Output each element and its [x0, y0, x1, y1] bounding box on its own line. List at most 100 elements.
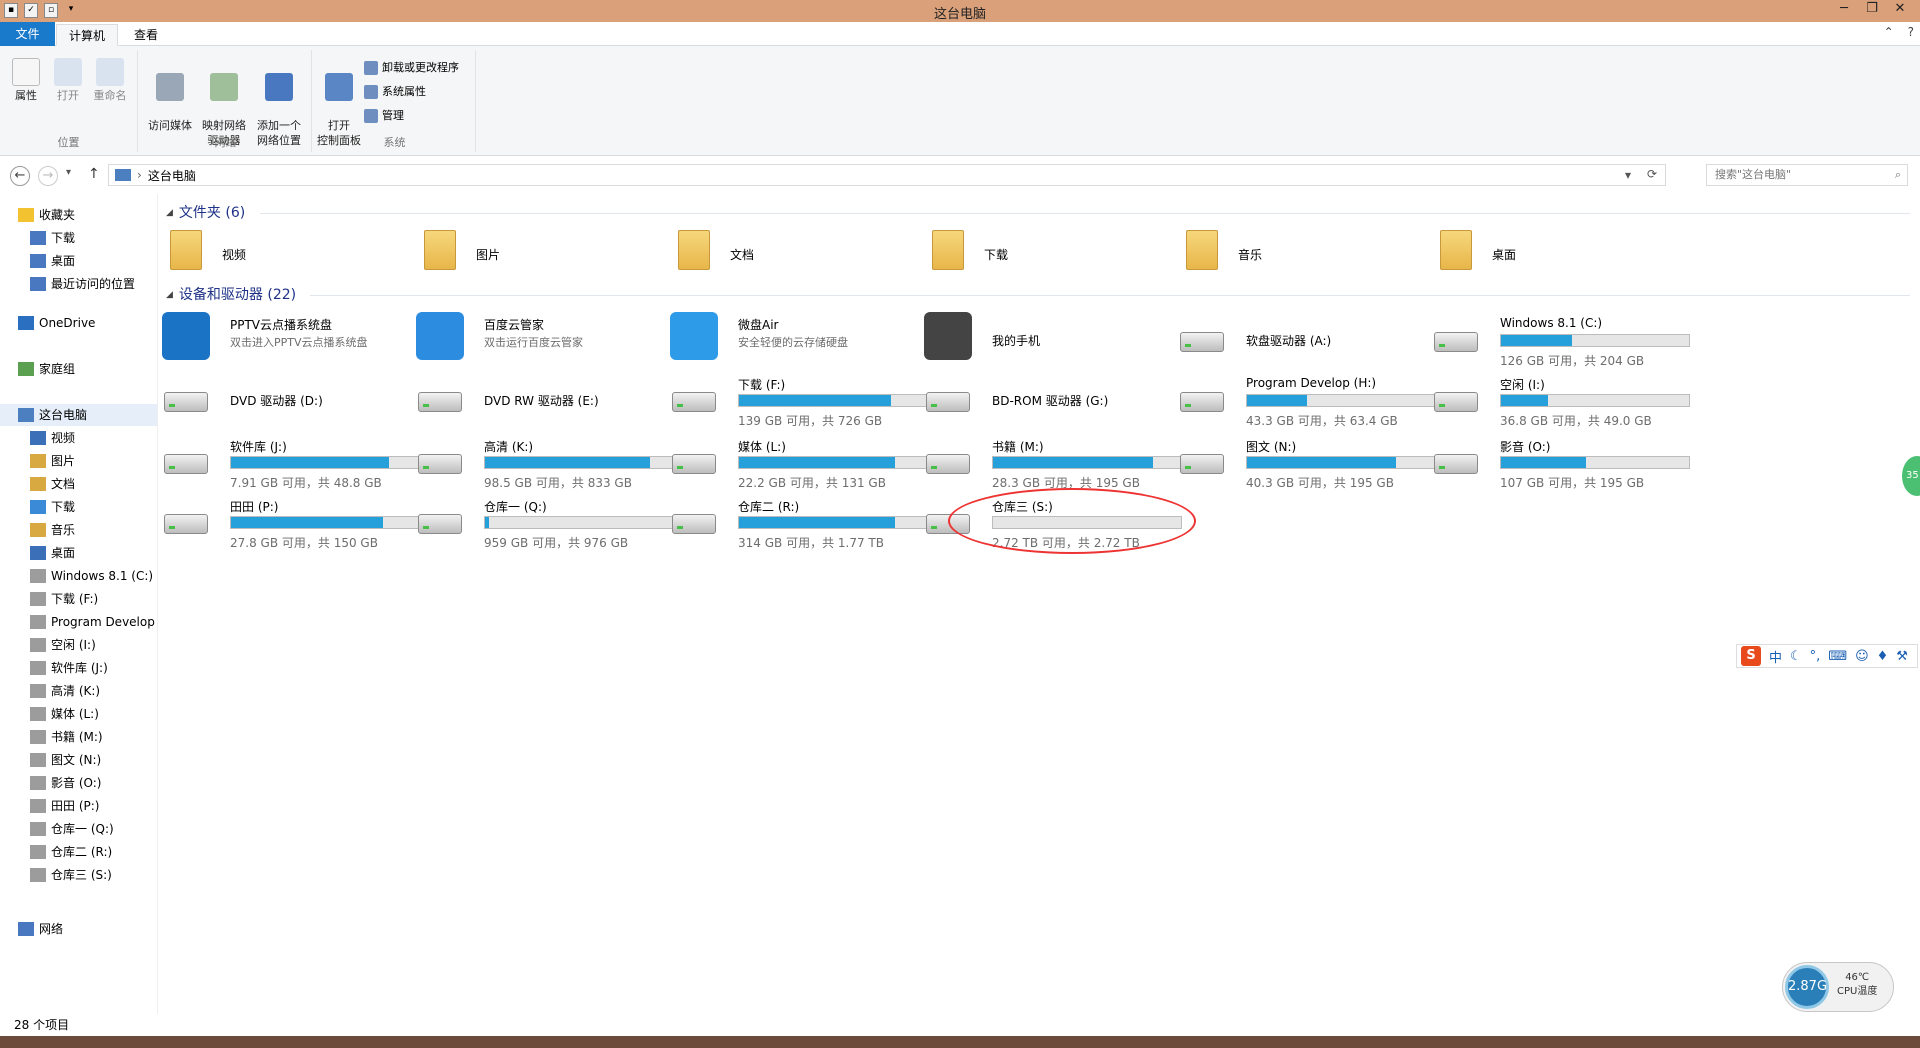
recent-dropdown-icon[interactable]: ▾: [66, 167, 71, 178]
nav-onedrive[interactable]: OneDrive: [0, 312, 95, 334]
nav-pc-item[interactable]: 田田 (P:): [0, 795, 99, 817]
app-item[interactable]: 软盘驱动器 (A:): [1176, 312, 1426, 368]
app-item[interactable]: PPTV云点播系统盘 双击进入PPTV云点播系统盘: [160, 312, 410, 368]
collapse-icon[interactable]: ◢: [166, 284, 173, 306]
properties-icon: [12, 58, 40, 86]
tab-view[interactable]: 查看: [122, 24, 170, 46]
app-item[interactable]: 微盘Air 安全轻便的云存储硬盘: [668, 312, 918, 368]
nav-network[interactable]: 网络: [0, 918, 63, 940]
search-input[interactable]: 搜索"这台电脑" ⌕: [1706, 164, 1908, 186]
nav-favorites[interactable]: 收藏夹: [0, 204, 75, 226]
nav-pc-item[interactable]: 影音 (O:): [0, 772, 101, 794]
drive-item[interactable]: DVD RW 驱动器 (E:): [414, 372, 664, 428]
tab-file[interactable]: 文件: [0, 22, 55, 46]
drive-item[interactable]: 图文 (N:) 40.3 GB 可用，共 195 GB: [1176, 434, 1436, 490]
drive-item[interactable]: 空闲 (I:) 36.8 GB 可用，共 49.0 GB: [1430, 372, 1690, 428]
restore-button[interactable]: ❐: [1858, 0, 1886, 20]
nav-pc-item[interactable]: 空闲 (I:): [0, 634, 96, 656]
access-media-button[interactable]: 访问媒体: [144, 58, 196, 133]
section-folders[interactable]: ◢ 文件夹 (6): [166, 202, 245, 224]
nav-pc-item[interactable]: 媒体 (L:): [0, 703, 99, 725]
nav-pc-item[interactable]: 桌面: [0, 542, 75, 564]
help-icon[interactable]: ?: [1908, 25, 1914, 39]
drive-item[interactable]: 高清 (K:) 98.5 GB 可用，共 833 GB: [414, 434, 674, 490]
drive-item[interactable]: BD-ROM 驱动器 (G:): [922, 372, 1172, 428]
minimize-button[interactable]: ─: [1830, 0, 1858, 20]
nav-pc-item[interactable]: 书籍 (M:): [0, 726, 103, 748]
tool-icon[interactable]: ⚒: [1896, 649, 1908, 664]
collapse-icon[interactable]: ◢: [166, 202, 173, 224]
cpu-gauge[interactable]: 2.87G 46℃ CPU温度: [1782, 962, 1894, 1012]
breadcrumb-chevron-icon[interactable]: ›: [137, 168, 142, 182]
drive-item[interactable]: 仓库一 (Q:) 959 GB 可用，共 976 GB: [414, 494, 674, 550]
nav-pc-item[interactable]: 下载 (F:): [0, 588, 98, 610]
nav-thispc[interactable]: 这台电脑: [0, 404, 157, 426]
forward-button[interactable]: →: [38, 166, 58, 186]
nav-pc-item-label: 图文 (N:): [51, 753, 102, 767]
nav-pc-item[interactable]: 文档: [0, 473, 75, 495]
folder-item[interactable]: 图片: [414, 226, 664, 282]
close-button[interactable]: ✕: [1886, 0, 1914, 20]
drive-item[interactable]: 书籍 (M:) 28.3 GB 可用，共 195 GB: [922, 434, 1182, 490]
nav-pc-item[interactable]: 音乐: [0, 519, 75, 541]
nav-pc-item[interactable]: 视频: [0, 427, 75, 449]
tab-computer[interactable]: 计算机: [56, 24, 119, 46]
collapse-ribbon-icon[interactable]: ⌃: [1884, 25, 1894, 39]
nav-homegroup[interactable]: 家庭组: [0, 358, 75, 380]
drive-item[interactable]: DVD 驱动器 (D:): [160, 372, 410, 428]
nav-pc-item[interactable]: Program Develop: [0, 611, 155, 633]
rename-button[interactable]: 重命名: [90, 58, 130, 103]
nav-pc-item[interactable]: 仓库一 (Q:): [0, 818, 114, 840]
up-button[interactable]: ↑: [88, 166, 100, 182]
drive-item[interactable]: 仓库二 (R:) 314 GB 可用，共 1.77 TB: [668, 494, 928, 550]
drive-icon: [1434, 392, 1478, 412]
search-icon[interactable]: ⌕: [1895, 165, 1901, 185]
drive-item[interactable]: 影音 (O:) 107 GB 可用，共 195 GB: [1430, 434, 1690, 490]
folder-item[interactable]: 视频: [160, 226, 410, 282]
nav-pc-item[interactable]: Windows 8.1 (C:): [0, 565, 153, 587]
user-icon[interactable]: ☺: [1855, 649, 1869, 664]
section-devices[interactable]: ◢ 设备和驱动器 (22): [166, 284, 296, 306]
drive-item[interactable]: 田田 (P:) 27.8 GB 可用，共 150 GB: [160, 494, 420, 550]
open-button[interactable]: 打开: [50, 58, 86, 103]
folder-item[interactable]: 下载: [922, 226, 1172, 282]
nav-pc-item[interactable]: 仓库二 (R:): [0, 841, 112, 863]
keyboard-icon[interactable]: ⌨: [1828, 649, 1847, 664]
address-dropdown-icon[interactable]: ▾: [1625, 168, 1631, 182]
system-properties-button[interactable]: 系统属性: [364, 82, 426, 102]
nav-pc-item[interactable]: 下载: [0, 496, 75, 518]
drive-item[interactable]: Program Develop (H:) 43.3 GB 可用，共 63.4 GB: [1176, 372, 1436, 428]
drive-item[interactable]: Windows 8.1 (C:) 126 GB 可用，共 204 GB: [1430, 312, 1690, 368]
nav-pc-item[interactable]: 仓库三 (S:): [0, 864, 112, 886]
refresh-icon[interactable]: ⟳: [1647, 167, 1657, 181]
properties-button[interactable]: 属性: [8, 58, 44, 103]
nav-pc-item[interactable]: 高清 (K:): [0, 680, 100, 702]
nav-fav-item[interactable]: 最近访问的位置: [0, 273, 135, 295]
drive-item[interactable]: 媒体 (L:) 22.2 GB 可用，共 131 GB: [668, 434, 928, 490]
back-button[interactable]: ←: [10, 166, 30, 186]
uninstall-button[interactable]: 卸载或更改程序: [364, 58, 459, 78]
folder-item[interactable]: 文档: [668, 226, 918, 282]
folder-item[interactable]: 桌面: [1430, 226, 1680, 282]
nav-pc-item[interactable]: 图文 (N:): [0, 749, 101, 771]
pc-item-icon: [30, 684, 46, 698]
breadcrumb[interactable]: 这台电脑: [148, 167, 196, 184]
folder-item[interactable]: 音乐: [1176, 226, 1426, 282]
manage-button[interactable]: 管理: [364, 106, 404, 126]
moon-icon[interactable]: ☾: [1790, 649, 1802, 664]
nav-pc-item-label: 仓库三 (S:): [51, 868, 112, 882]
app-item[interactable]: 百度云管家 双击运行百度云管家: [414, 312, 664, 368]
nav-fav-item[interactable]: 下载: [0, 227, 75, 249]
punct-icon[interactable]: °,: [1810, 649, 1821, 664]
ime-toolbar[interactable]: S 中 ☾ °, ⌨ ☺ ♦ ⚒: [1736, 644, 1918, 668]
skin-icon[interactable]: ♦: [1877, 649, 1889, 664]
nav-pc-item[interactable]: 图片: [0, 450, 75, 472]
nav-fav-item[interactable]: 桌面: [0, 250, 75, 272]
address-box[interactable]: › 这台电脑 ▾ ⟳: [108, 164, 1666, 186]
ime-lang[interactable]: 中: [1769, 647, 1782, 666]
sogou-icon[interactable]: S: [1741, 646, 1761, 666]
nav-pc-item[interactable]: 软件库 (J:): [0, 657, 108, 679]
drive-item[interactable]: 下载 (F:) 139 GB 可用，共 726 GB: [668, 372, 928, 428]
drive-item[interactable]: 软件库 (J:) 7.91 GB 可用，共 48.8 GB: [160, 434, 420, 490]
app-item[interactable]: 我的手机: [922, 312, 1172, 368]
